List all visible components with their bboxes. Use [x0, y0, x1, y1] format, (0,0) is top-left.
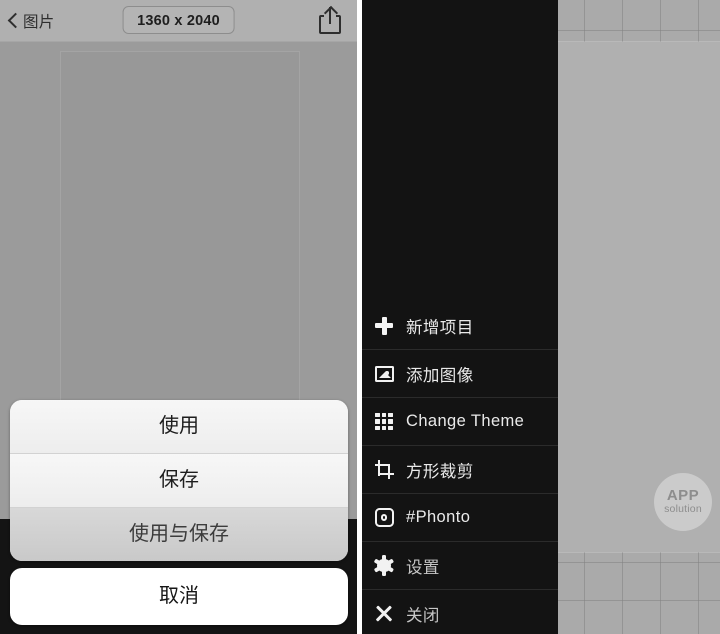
- menu-item-label: 方形裁剪: [406, 462, 474, 481]
- menu-item-label: 关闭: [406, 606, 440, 625]
- back-button[interactable]: 图片: [8, 7, 55, 35]
- menu-item-add-image[interactable]: 添加图像: [362, 349, 558, 397]
- action-sheet: 使用 保存 使用与保存: [10, 400, 348, 561]
- left-panel-photo-export: 图片 1360 x 2040 使用 保存 使用与保存 取消: [0, 0, 357, 634]
- menu-item-label: 设置: [406, 558, 440, 577]
- menu-item-phonto-hashtag[interactable]: #Phonto: [362, 493, 558, 541]
- action-sheet-item-use[interactable]: 使用: [10, 400, 348, 454]
- menu-item-label: Change Theme: [406, 412, 525, 430]
- right-panel-editor: 新增项目 添加图像 Change Theme 方形裁剪 #Phonto 设置 关…: [362, 0, 720, 634]
- action-sheet-item-use-and-save[interactable]: 使用与保存: [10, 508, 348, 561]
- watermark-badge: APP solution: [654, 473, 712, 531]
- watermark-line2: solution: [664, 503, 702, 515]
- chevron-left-icon: [8, 13, 18, 30]
- app-screenshot: 图片 1360 x 2040 使用 保存 使用与保存 取消 新增项目 添加图像 …: [0, 0, 720, 634]
- gear-icon: [362, 542, 406, 589]
- menu-item-change-theme[interactable]: Change Theme: [362, 397, 558, 445]
- plus-icon: [362, 302, 406, 349]
- close-icon: [362, 590, 406, 634]
- menu-item-label: 新增项目: [406, 318, 474, 337]
- menu-item-close[interactable]: 关闭: [362, 589, 558, 634]
- menu-item-square-crop[interactable]: 方形裁剪: [362, 445, 558, 493]
- image-size-badge[interactable]: 1360 x 2040: [122, 6, 235, 34]
- grid-icon: [362, 398, 406, 445]
- editor-menu-list: 新增项目 添加图像 Change Theme 方形裁剪 #Phonto 设置 关…: [362, 302, 558, 634]
- camera-icon: [362, 494, 406, 541]
- back-button-label: 图片: [23, 14, 55, 31]
- editor-menu-panel: 新增项目 添加图像 Change Theme 方形裁剪 #Phonto 设置 关…: [362, 0, 558, 634]
- menu-item-label: #Phonto: [406, 508, 471, 526]
- menu-item-label: 添加图像: [406, 366, 474, 385]
- cancel-button[interactable]: 取消: [10, 568, 348, 625]
- left-navbar: 图片 1360 x 2040: [0, 0, 357, 43]
- crop-icon: [362, 446, 406, 493]
- action-sheet-item-save[interactable]: 保存: [10, 454, 348, 508]
- menu-item-settings[interactable]: 设置: [362, 541, 558, 589]
- image-icon: [362, 350, 406, 397]
- watermark-line1: APP: [666, 487, 700, 504]
- menu-item-new-item[interactable]: 新增项目: [362, 302, 558, 349]
- share-icon[interactable]: [317, 5, 343, 36]
